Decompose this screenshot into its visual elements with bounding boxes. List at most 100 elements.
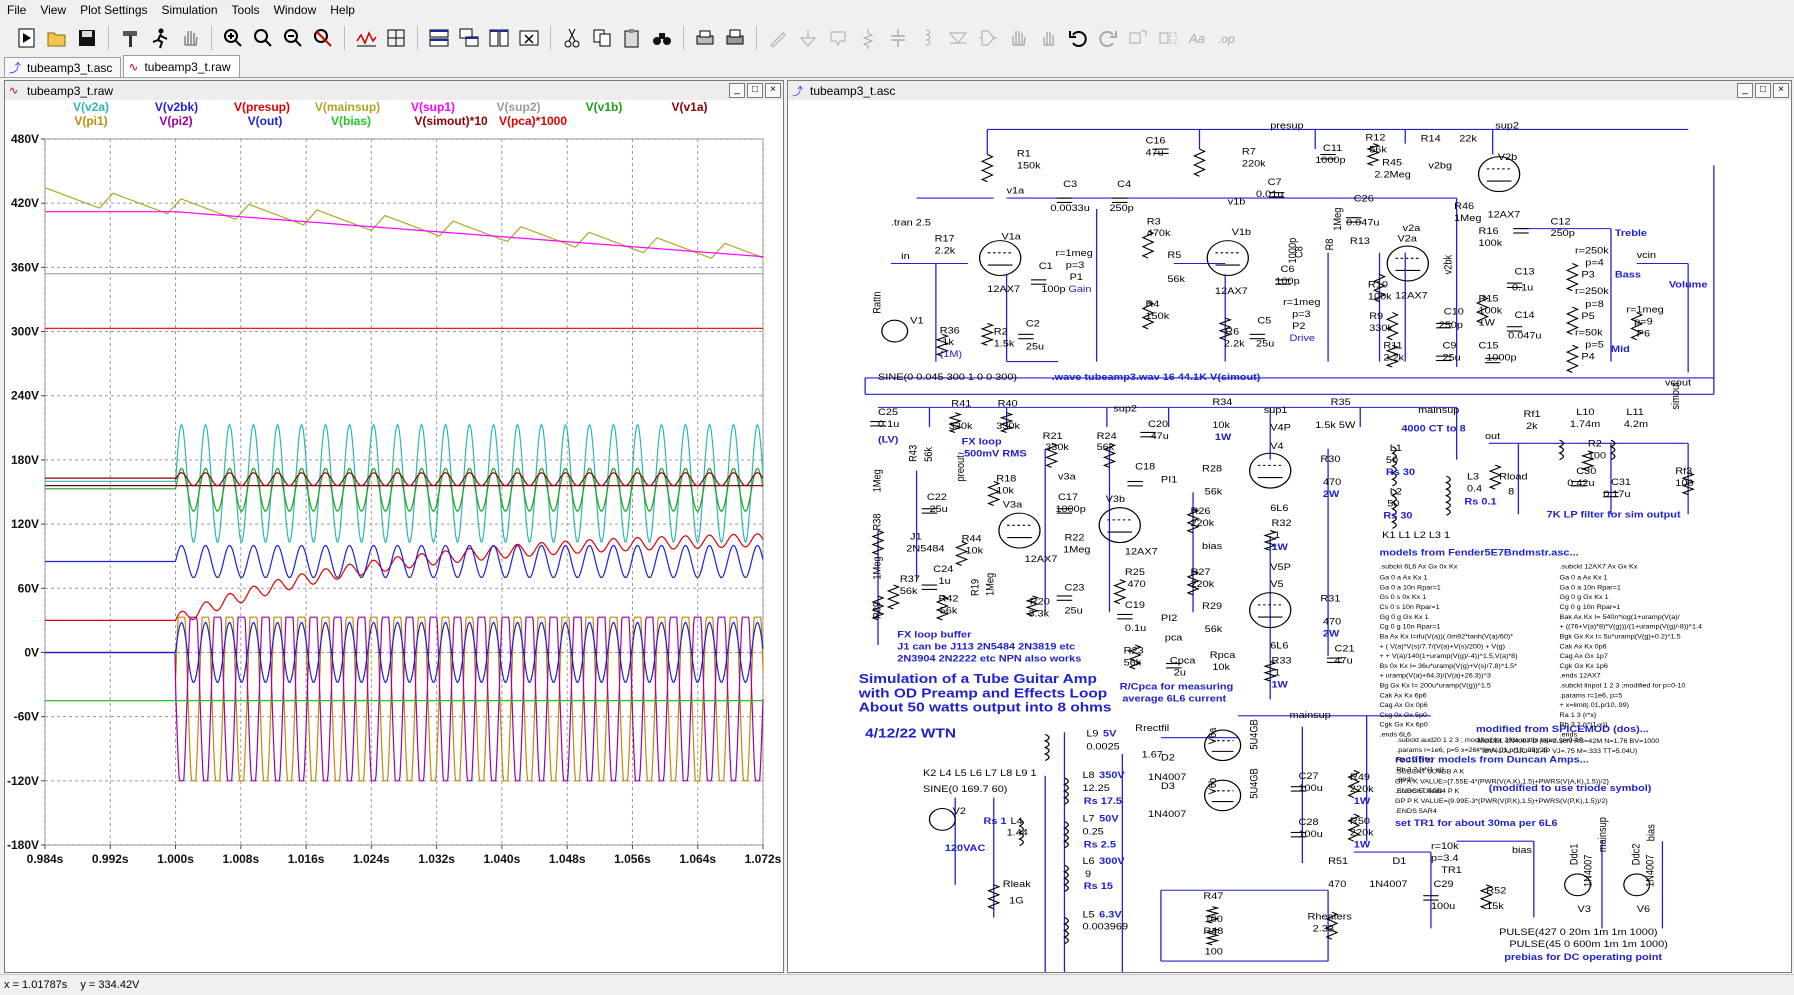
schematic-canvas[interactable]: presup sup2 R1 150k v1a C3 0.0033u C4 250p C16 47u…: [788, 100, 1791, 972]
schematic-label: p=5: [1585, 340, 1604, 350]
spice-model-text: Bg Gx Kx I= 200u*uramp(V(g))^1.5: [1380, 683, 1492, 689]
schematic-label: C23: [1064, 583, 1084, 593]
schematic-label: R7: [1242, 147, 1256, 157]
label-net-button[interactable]: [825, 25, 851, 51]
spice-directive-button[interactable]: .op: [1215, 25, 1241, 51]
close-window-button[interactable]: [516, 25, 542, 51]
menu-help[interactable]: Help: [323, 0, 362, 20]
schematic-label: 1W: [1271, 680, 1288, 690]
capacitor-button[interactable]: [885, 25, 911, 51]
component-button[interactable]: [975, 25, 1001, 51]
waveform-plot[interactable]: V(v2a) V(v2bk) V(presup) V(mainsup) V(sup1) V…: [5, 100, 783, 972]
y-tick-label: -120V: [7, 774, 39, 788]
ground-button[interactable]: [795, 25, 821, 51]
new-schematic-button[interactable]: [14, 25, 40, 51]
schematic-label: mainsup: [1418, 406, 1460, 416]
run-button[interactable]: [147, 25, 173, 51]
maximize-button[interactable]: □: [747, 83, 763, 98]
text-button[interactable]: Aa: [1185, 25, 1211, 51]
wire-button[interactable]: [765, 25, 791, 51]
pan-button[interactable]: [250, 25, 276, 51]
tile-horizontal-button[interactable]: [426, 25, 452, 51]
schematic-label: 56k: [1205, 625, 1224, 635]
tile-vertical-icon: [489, 29, 509, 47]
schematic-label: TR1: [1441, 865, 1462, 875]
spice-model-text: Cak Ax Kx 6p6: [1380, 693, 1427, 699]
schematic-label: 12AX7: [1125, 547, 1158, 557]
save-button[interactable]: [74, 25, 100, 51]
zoom-fit-button[interactable]: [310, 25, 336, 51]
autorange-button[interactable]: [353, 25, 379, 51]
schematic-label: Rs 30: [1386, 468, 1416, 478]
resistor-button[interactable]: [855, 25, 881, 51]
grid-button[interactable]: [383, 25, 409, 51]
schematic-label: 2.2k: [1383, 353, 1405, 363]
cascade-button[interactable]: [456, 25, 482, 51]
menu-view[interactable]: View: [33, 0, 73, 20]
schematic-label: 1N4007: [1369, 880, 1408, 890]
schematic-label: r=1meg: [1626, 305, 1663, 315]
move-button[interactable]: [1005, 25, 1031, 51]
mirror-button[interactable]: [1155, 25, 1181, 51]
x-tick-label: 1.048s: [549, 852, 586, 866]
x-tick-label: 1.072s: [745, 852, 782, 866]
schematic-label: 56k: [1097, 443, 1116, 453]
drag-button[interactable]: [1035, 25, 1061, 51]
menu-window[interactable]: Window: [267, 0, 324, 20]
schematic-label: 12AX7: [1215, 287, 1248, 297]
schematic-label: 12AX7: [987, 285, 1020, 295]
paste-button[interactable]: [619, 25, 645, 51]
minimize-button[interactable]: _: [1737, 83, 1753, 98]
menu-file[interactable]: File: [0, 0, 33, 20]
schematic-label: 7K LP filter for sim output: [1547, 510, 1682, 520]
schematic-label: 12.25: [1082, 784, 1110, 794]
plot-pane[interactable]: V(v2a) V(v2bk) V(presup) V(mainsup) V(sup1) V…: [5, 100, 783, 972]
schematic-label: 100p: [1275, 277, 1300, 287]
tab-waveform[interactable]: ∿ tubeamp3_t.raw: [123, 55, 240, 77]
schematic-label: Rattn: [872, 292, 884, 314]
control-panel-button[interactable]: [117, 25, 143, 51]
halt-button[interactable]: [177, 25, 203, 51]
schematic-drawing[interactable]: presup sup2 R1 150k v1a C3 0.0033u C4 250p C16 47u…: [788, 100, 1791, 972]
menu-plot-settings[interactable]: Plot Settings: [73, 0, 154, 20]
print-button[interactable]: [692, 25, 718, 51]
schematic-label: 0.25: [1082, 827, 1104, 837]
close-button[interactable]: ×: [765, 83, 781, 98]
zoom-in-button[interactable]: [220, 25, 246, 51]
undo-button[interactable]: [1065, 25, 1091, 51]
plot-background: [5, 100, 783, 972]
menu-tools[interactable]: Tools: [225, 0, 267, 20]
copy-button[interactable]: [589, 25, 615, 51]
schematic-label: 4000 CT to 8: [1401, 424, 1466, 434]
schematic-label: 250p: [1439, 320, 1464, 330]
binoculars-icon: [653, 33, 671, 45]
resistor-icon: [862, 29, 874, 49]
schematic-label: K2 L4 L5 L6 L7 L8 L9 1: [923, 768, 1037, 778]
schematic-label: 0.0025: [1086, 742, 1120, 752]
minimize-button[interactable]: _: [729, 83, 745, 98]
schematic-label: 220k: [1350, 785, 1375, 795]
menu-simulation[interactable]: Simulation: [155, 0, 225, 20]
tile-vertical-button[interactable]: [486, 25, 512, 51]
spice-model-text: Cgk Gx Kx 1p6: [1560, 663, 1609, 669]
cut-button[interactable]: [559, 25, 585, 51]
inductor-button[interactable]: [915, 25, 941, 51]
schematic-label: 56k: [1369, 145, 1388, 155]
find-button[interactable]: [649, 25, 675, 51]
redo-button[interactable]: [1095, 25, 1121, 51]
spice-model-text: .subckt linpot 1 2 3 ;modified for p=0-1…: [1560, 683, 1686, 689]
rotate-button[interactable]: [1125, 25, 1151, 51]
zoom-out-button[interactable]: [280, 25, 306, 51]
diode-button[interactable]: [945, 25, 971, 51]
schematic-label: 330k: [1369, 324, 1394, 334]
print-setup-button[interactable]: [722, 25, 748, 51]
schematic-label: V2: [953, 807, 967, 817]
schematic-label: 56k: [1167, 275, 1186, 285]
close-button[interactable]: ×: [1773, 83, 1789, 98]
schematic-label: R27: [1190, 568, 1210, 578]
open-button[interactable]: [44, 25, 70, 51]
maximize-button[interactable]: □: [1755, 83, 1771, 98]
schematic-label: R11: [1383, 341, 1403, 351]
tab-schematic[interactable]: ⤴ tubeamp3_t.asc: [4, 57, 122, 77]
schematic-label: 0.17u: [1603, 489, 1630, 499]
